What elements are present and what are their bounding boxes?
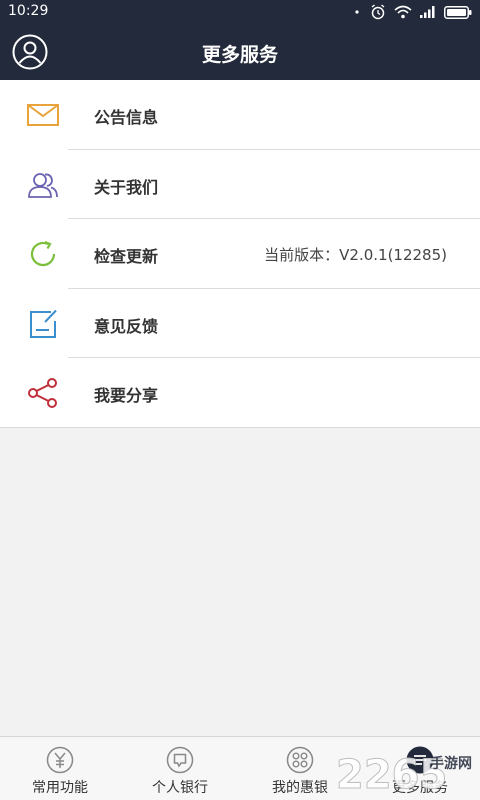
status-bar: 10:29	[0, 0, 480, 24]
yen-circle-icon	[46, 746, 74, 774]
menu-item-label: 关于我们	[94, 177, 159, 197]
alarm-icon	[370, 4, 386, 20]
tab-common-functions[interactable]: 常用功能	[0, 737, 120, 800]
menu-item-feedback[interactable]: 意见反馈	[0, 289, 480, 359]
menu-item-label: 意见反馈	[94, 316, 159, 336]
status-icons	[352, 4, 472, 20]
refresh-icon	[26, 239, 60, 269]
message-circle-icon	[166, 746, 194, 774]
menu-item-share[interactable]: 我要分享	[0, 358, 480, 428]
users-icon	[26, 170, 60, 200]
app-header: 更多服务	[0, 24, 480, 80]
menu-item-announcements[interactable]: 公告信息	[0, 80, 480, 150]
menu-item-label: 检查更新	[94, 247, 159, 267]
share-icon	[26, 378, 60, 409]
menu-item-label: 我要分享	[94, 386, 159, 406]
menu-list: 公告信息 关于我们 检查更新 当前版本：V2.0.1(12285) 意见反馈 我…	[0, 80, 480, 428]
page-title: 更多服务	[201, 44, 278, 66]
more-dots-icon	[352, 5, 362, 19]
status-time: 10:29	[8, 3, 49, 19]
tab-more-services[interactable]: 更多服务	[360, 737, 480, 800]
signal-icon	[420, 6, 436, 18]
menu-item-about-us[interactable]: 关于我们	[0, 150, 480, 220]
tab-my-huiyin[interactable]: 我的惠银	[240, 737, 360, 800]
tab-label: 更多服务	[392, 780, 448, 796]
tab-label: 我的惠银	[272, 780, 328, 796]
grid-circle-icon	[286, 746, 314, 774]
envelope-icon	[26, 100, 60, 130]
tab-personal-banking[interactable]: 个人银行	[120, 737, 240, 800]
app-version-text: 当前版本：V2.0.1(12285)	[264, 246, 447, 265]
tab-label: 个人银行	[152, 780, 208, 796]
tab-label: 常用功能	[32, 780, 88, 796]
edit-note-icon	[26, 309, 60, 339]
wifi-icon	[394, 5, 412, 19]
menu-item-check-update[interactable]: 检查更新 当前版本：V2.0.1(12285)	[0, 219, 480, 289]
menu-item-label: 公告信息	[94, 108, 159, 127]
battery-icon	[444, 5, 472, 19]
menu-circle-icon	[406, 746, 434, 774]
bottom-tab-bar: 常用功能 个人银行 我的惠银 更多服务	[0, 736, 480, 800]
